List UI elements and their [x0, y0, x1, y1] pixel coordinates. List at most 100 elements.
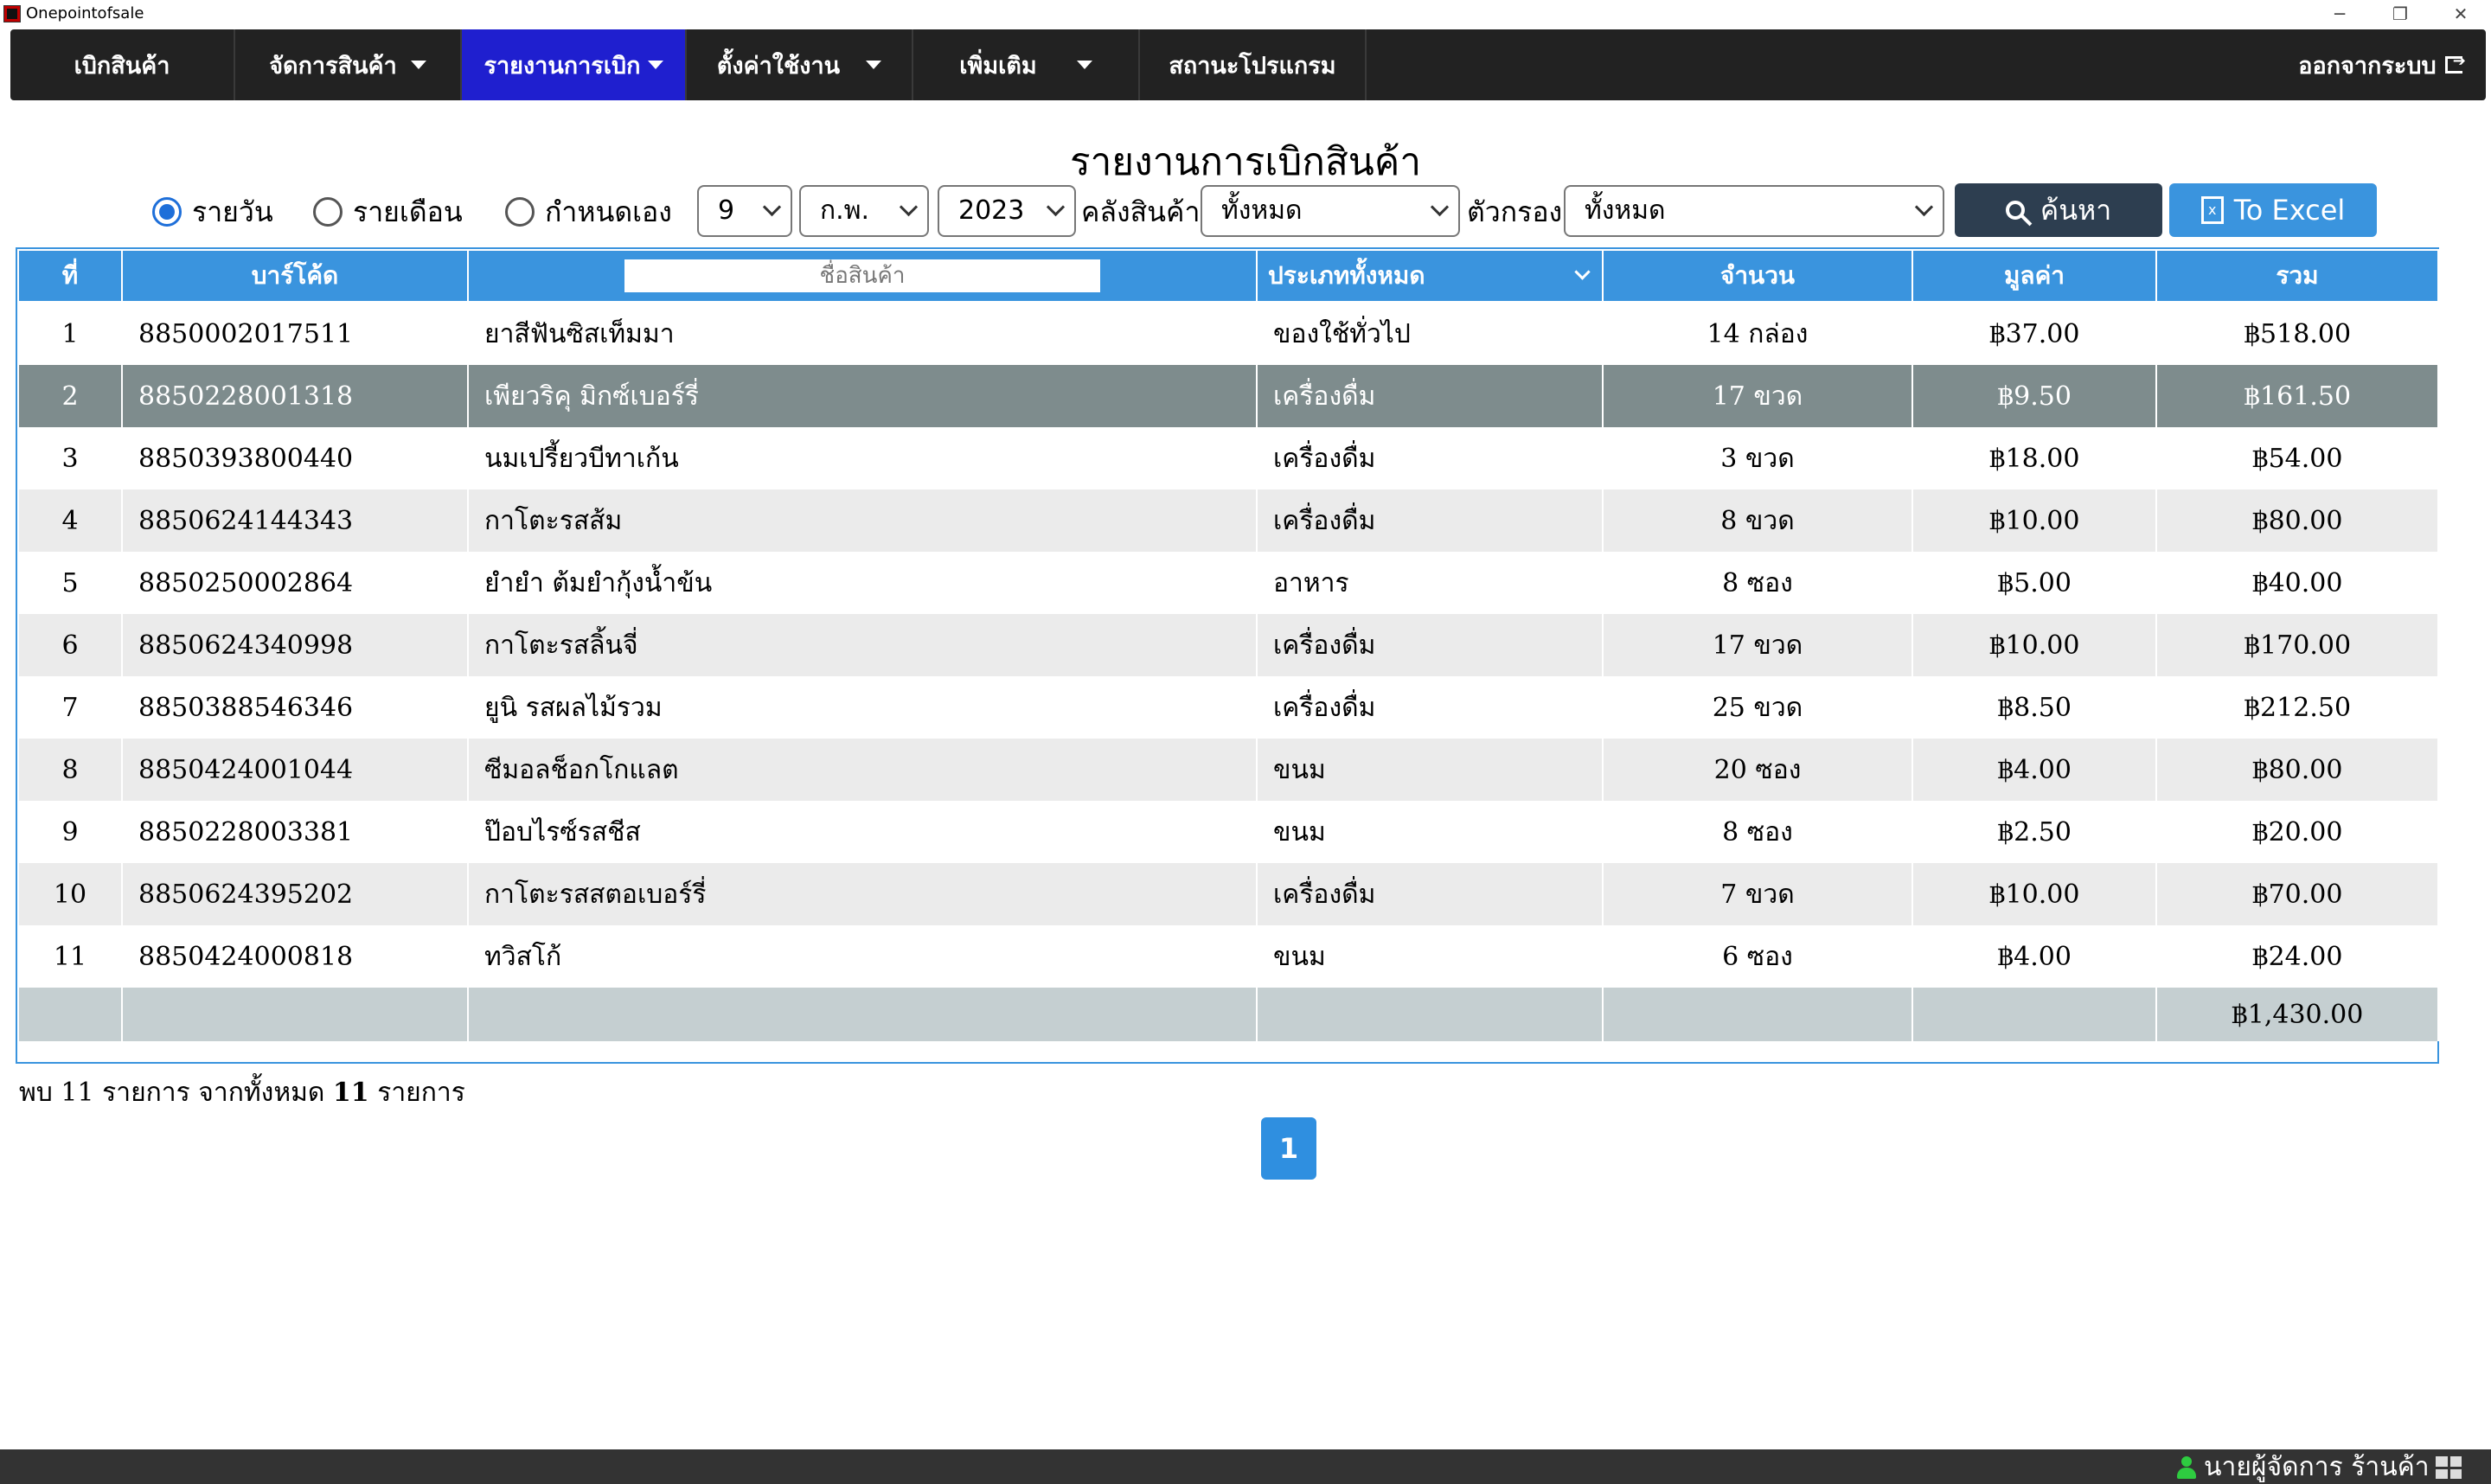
radio-daily[interactable]	[152, 197, 182, 227]
main-navbar: เบิกสินค้า จัดการสินค้า รายงานการเบิก ตั…	[10, 29, 2486, 100]
nav-issue-report[interactable]: รายงานการเบิก	[462, 29, 687, 100]
cell-product-name: กาโตะรสสตอเบอร์รี่	[467, 863, 1258, 925]
pagination-page-button[interactable]: 1	[1261, 1117, 1316, 1180]
grid-icon[interactable]	[2436, 1456, 2462, 1479]
cell-no: 6	[17, 614, 123, 676]
category-filter-label: ประเภททั้งหมด	[1268, 261, 1425, 290]
radio-custom-label[interactable]: กำหนดเอง	[545, 192, 672, 232]
product-name-search-input[interactable]: ชื่อสินค้า	[624, 259, 1100, 292]
cell-barcode: 8850228003381	[121, 801, 469, 863]
table-row[interactable]: 3 8850393800440 นมเปรี้ยวบีทาเก้น เครื่องดื…	[17, 427, 2439, 489]
minimize-icon[interactable]: ─	[2309, 0, 2370, 28]
cell-no: 2	[17, 365, 123, 427]
year-value: 2023	[958, 195, 1025, 226]
cell-product-name: ทวิสโก้	[467, 925, 1258, 988]
nav-manage-products[interactable]: จัดการสินค้า	[235, 29, 462, 100]
cell-product-name: ยำยำ ต้มยำกุ้งน้ำข้น	[467, 552, 1258, 614]
nav-label: เพิ่มเติม	[959, 52, 1037, 80]
cell-no: 4	[17, 489, 123, 552]
cell-no: 10	[17, 863, 123, 925]
cell-total: ฿54.00	[2155, 427, 2439, 489]
cell-barcode: 8850002017511	[121, 302, 469, 365]
footer-cell	[121, 988, 469, 1041]
table-row[interactable]: 2 8850228001318 เพียวริคุ มิกซ์เบอร์รี่ เคร…	[17, 365, 2439, 427]
column-header-price[interactable]: มูลค่า	[1911, 249, 2157, 303]
chevron-down-icon	[866, 61, 882, 69]
cell-category: เครื่องดื่ม	[1256, 427, 1604, 489]
cell-no: 8	[17, 739, 123, 801]
nav-program-status[interactable]: สถานะโปรแกรม	[1140, 29, 1367, 100]
cell-price: ฿4.00	[1911, 739, 2157, 801]
search-icon	[2005, 201, 2025, 220]
search-button[interactable]: ค้นหา	[1955, 183, 2162, 237]
footer-cell	[17, 988, 123, 1041]
table-row[interactable]: 1 8850002017511 ยาสีฟันซิสเท็มมา ของใช้ทั่ว…	[17, 302, 2439, 365]
warehouse-label: คลังสินค้า	[1081, 195, 1201, 228]
nav-label: รายงานการเบิก	[483, 52, 641, 80]
column-header-qty[interactable]: จำนวน	[1602, 249, 1913, 303]
cell-qty: 17 ขวด	[1602, 365, 1913, 427]
year-select[interactable]: 2023	[938, 185, 1076, 237]
cell-qty: 20 ซอง	[1602, 739, 1913, 801]
radio-monthly-label[interactable]: รายเดือน	[353, 192, 463, 232]
chevron-down-icon	[1430, 197, 1450, 217]
month-select[interactable]: ก.พ.	[799, 185, 929, 237]
day-select[interactable]: 9	[697, 185, 792, 237]
column-header-barcode[interactable]: บาร์โค้ด	[121, 249, 469, 303]
close-icon[interactable]: ✕	[2430, 0, 2491, 28]
cell-total: ฿24.00	[2155, 925, 2439, 988]
chevron-down-icon	[1046, 197, 1066, 217]
table-row[interactable]: 11 8850424000818 ทวิสโก้ ขนม 6 ซอง ฿4.00 ฿24.0…	[17, 925, 2439, 988]
filter-value: ทั้งหมด	[1585, 195, 1666, 226]
chevron-down-icon	[762, 197, 782, 217]
cell-no: 11	[17, 925, 123, 988]
table-row[interactable]: 4 8850624144343 กาโตะรสส้ม เครื่องดื่ม 8 ขวด…	[17, 489, 2439, 552]
record-summary: พบ 11 รายการ จากทั้งหมด 11 รายการ	[19, 1072, 465, 1113]
column-header-no[interactable]: ที่	[17, 249, 123, 303]
cell-qty: 8 ซอง	[1602, 552, 1913, 614]
footer-cell	[1911, 988, 2157, 1041]
search-button-label: ค้นหา	[2040, 193, 2112, 227]
nav-issue-goods[interactable]: เบิกสินค้า	[10, 29, 235, 100]
cell-qty: 3 ขวด	[1602, 427, 1913, 489]
cell-category: เครื่องดื่ม	[1256, 614, 1604, 676]
warehouse-select[interactable]: ทั้งหมด	[1201, 185, 1460, 237]
column-header-total[interactable]: รวม	[2155, 249, 2439, 303]
table-row[interactable]: 10 8850624395202 กาโตะรสสตอเบอร์รี่ เครื่อง…	[17, 863, 2439, 925]
table-row[interactable]: 9 8850228003381 ป๊อบไรซ์รสชีส ขนม 8 ซอง ฿2.50…	[17, 801, 2439, 863]
table-row[interactable]: 6 8850624340998 กาโตะรสลิ้นจี่ เครื่องดื่ม 1…	[17, 614, 2439, 676]
nav-more[interactable]: เพิ่มเติม	[913, 29, 1140, 100]
cell-total: ฿161.50	[2155, 365, 2439, 427]
grand-total: ฿1,430.00	[2155, 988, 2439, 1041]
filter-select[interactable]: ทั้งหมด	[1564, 185, 1944, 237]
logout-button[interactable]: ออกจากระบบ	[2276, 29, 2484, 100]
cell-qty: 8 ขวด	[1602, 489, 1913, 552]
nav-label: จัดการสินค้า	[269, 52, 397, 80]
table-row[interactable]: 7 8850388546346 ยูนิ รสผลไม้รวม เครื่องดื่ม…	[17, 676, 2439, 739]
export-excel-button[interactable]: x To Excel	[2169, 183, 2377, 237]
category-filter-dropdown[interactable]: ประเภททั้งหมด	[1256, 249, 1604, 303]
cell-barcode: 8850388546346	[121, 676, 469, 739]
cell-qty: 14 กล่อง	[1602, 302, 1913, 365]
current-user-label: นายผู้จัดการ ร้านค้า	[2204, 1452, 2430, 1482]
radio-custom[interactable]	[505, 197, 535, 227]
cell-barcode: 8850624340998	[121, 614, 469, 676]
cell-product-name: กาโตะรสส้ม	[467, 489, 1258, 552]
radio-monthly[interactable]	[313, 197, 343, 227]
chevron-down-icon	[410, 61, 426, 69]
radio-daily-label[interactable]: รายวัน	[192, 192, 273, 232]
cell-no: 1	[17, 302, 123, 365]
cell-product-name: เพียวริคุ มิกซ์เบอร์รี่	[467, 365, 1258, 427]
cell-price: ฿5.00	[1911, 552, 2157, 614]
cell-barcode: 8850228001318	[121, 365, 469, 427]
cell-barcode: 8850424000818	[121, 925, 469, 988]
nav-settings[interactable]: ตั้งค่าใช้งาน	[687, 29, 913, 100]
warehouse-value: ทั้งหมด	[1221, 195, 1303, 226]
footer-cell	[1256, 988, 1604, 1041]
table-row[interactable]: 8 8850424001044 ซีมอลช็อกโกแลต ขนม 20 ซอง ฿4.…	[17, 739, 2439, 801]
restore-icon[interactable]: ❐	[2370, 0, 2430, 28]
cell-total: ฿80.00	[2155, 489, 2439, 552]
nav-label: สถานะโปรแกรม	[1169, 52, 1336, 80]
table-row[interactable]: 5 8850250002864 ยำยำ ต้มยำกุ้งน้ำข้น อาหาร 8…	[17, 552, 2439, 614]
app-icon	[3, 5, 21, 22]
